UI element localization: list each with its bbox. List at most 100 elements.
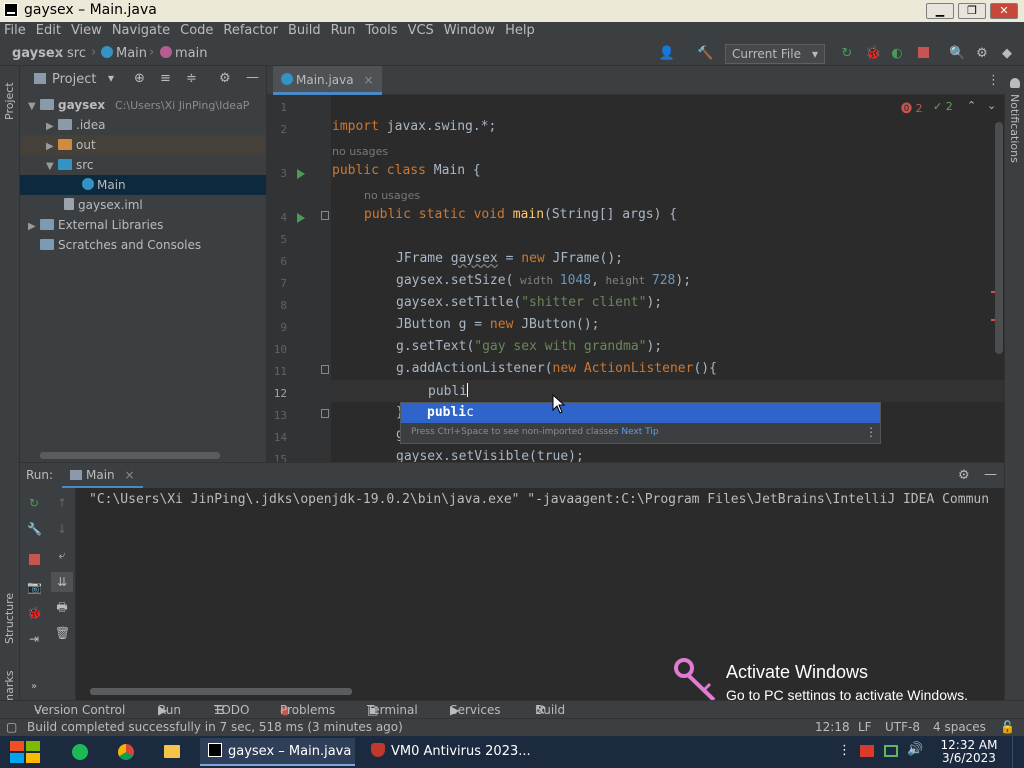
code-line-9[interactable]: JButton g = new JButton();: [396, 317, 600, 332]
breadcrumb-method[interactable]: main: [160, 46, 207, 61]
system-clock[interactable]: 12:32 AM 3/6/2023: [938, 739, 1000, 765]
debug-icon[interactable]: 🐞: [27, 606, 42, 620]
code-line-11[interactable]: g.addActionListener(new ActionListener()…: [396, 361, 717, 376]
scroll-to-end-icon[interactable]: ⇊: [51, 572, 73, 592]
wrench-icon[interactable]: 🔧: [27, 522, 42, 536]
run-gutter-icon[interactable]: [297, 213, 305, 223]
restore-button[interactable]: ❐: [958, 3, 986, 19]
breadcrumb-class[interactable]: Main: [101, 46, 147, 61]
usage-hint[interactable]: no usages: [332, 145, 388, 158]
network-icon[interactable]: [884, 745, 898, 757]
search-icon[interactable]: 🔍: [949, 47, 965, 61]
volume-icon[interactable]: 🔊: [907, 742, 923, 757]
tree-item-idea[interactable]: ▶ .idea: [20, 115, 266, 135]
debug-icon[interactable]: 🐞: [865, 47, 881, 61]
tray-overflow-icon[interactable]: ⋮: [838, 743, 851, 758]
gear-icon[interactable]: ⚙: [958, 468, 970, 483]
menu-help[interactable]: Help: [500, 22, 540, 40]
project-tool-tab[interactable]: Project: [3, 82, 16, 120]
rerun-icon[interactable]: ↻: [840, 47, 854, 61]
stop-icon[interactable]: [916, 47, 930, 61]
run-configuration-select[interactable]: Current File ▾: [725, 44, 825, 64]
tree-item-scratches[interactable]: Scratches and Consoles: [20, 235, 266, 255]
menu-tools[interactable]: Tools: [361, 22, 403, 40]
user-icon[interactable]: 👤: [656, 47, 678, 61]
status-square-icon[interactable]: ▢: [6, 720, 17, 734]
taskbar-item-antivirus[interactable]: VM0 Antivirus 2023...: [363, 738, 531, 766]
code-line-2[interactable]: import javax.swing.*;: [332, 119, 496, 134]
menu-refactor[interactable]: Refactor: [218, 22, 283, 40]
close-button[interactable]: ✕: [990, 3, 1018, 19]
hide-panel-icon[interactable]: —: [246, 70, 259, 85]
horizontal-scrollbar[interactable]: [90, 688, 352, 695]
run-tab-main[interactable]: Main ×: [62, 463, 143, 489]
run-gutter-icon[interactable]: [297, 169, 305, 179]
file-explorer-icon[interactable]: [164, 745, 180, 758]
structure-tool-tab[interactable]: Structure: [3, 593, 16, 644]
lock-icon[interactable]: 🔓: [1000, 720, 1015, 734]
jetbrains-logo-icon[interactable]: ◆: [1000, 47, 1014, 61]
menu-file[interactable]: File: [0, 22, 31, 40]
tab-main-java[interactable]: Main.java ×: [273, 66, 382, 95]
indent-setting[interactable]: 4 spaces: [933, 720, 986, 734]
expand-all-icon[interactable]: ≡: [160, 71, 171, 86]
warning-count[interactable]: ✓ 2: [933, 100, 953, 113]
crosshair-icon[interactable]: ⊕: [134, 71, 145, 86]
tree-item-src[interactable]: ▼ src: [20, 155, 266, 175]
menu-view[interactable]: View: [66, 22, 107, 40]
collapse-all-icon[interactable]: ≑: [186, 71, 197, 86]
flag-icon[interactable]: [860, 745, 874, 757]
horizontal-scrollbar[interactable]: [40, 452, 220, 459]
close-tab-icon[interactable]: ×: [124, 468, 134, 482]
tree-item-root[interactable]: ▼ gaysex C:\Users\Xi JinPing\IdeaP: [20, 95, 266, 115]
camera-icon[interactable]: 📷: [27, 580, 42, 594]
windows-start-icon[interactable]: [8, 738, 42, 766]
console-output[interactable]: "C:\Users\Xi JinPing\.jdks\openjdk-19.0.…: [89, 492, 1003, 507]
close-tab-icon[interactable]: ×: [363, 73, 373, 87]
usage-hint[interactable]: no usages: [364, 189, 420, 202]
code-line-10[interactable]: g.setText("gay sex with grandma");: [396, 339, 662, 354]
breadcrumb-src[interactable]: src: [67, 46, 86, 61]
fold-icon[interactable]: [321, 409, 329, 418]
arrow-down-icon[interactable]: ↓: [55, 522, 69, 536]
tree-item-out[interactable]: ▶ out: [20, 135, 266, 155]
hide-panel-icon[interactable]: —: [984, 467, 997, 482]
notifications-tool-tab[interactable]: Notifications: [1008, 94, 1021, 163]
arrow-up-icon[interactable]: ↑: [55, 496, 69, 510]
menu-build[interactable]: Build: [283, 22, 326, 40]
stop-icon[interactable]: [27, 554, 41, 568]
code-line-6[interactable]: JFrame gaysex = new JFrame();: [396, 251, 623, 266]
code-line-8[interactable]: gaysex.setTitle("shitter client");: [396, 295, 662, 310]
vertical-scrollbar[interactable]: [995, 122, 1003, 354]
more-icon[interactable]: »: [27, 680, 41, 694]
file-encoding[interactable]: UTF-8: [885, 720, 920, 734]
more-tabs-icon[interactable]: ⋮: [987, 73, 1000, 88]
rerun-icon[interactable]: ↻: [27, 496, 41, 510]
build-hammer-icon[interactable]: 🔨: [697, 47, 713, 61]
show-desktop-button[interactable]: [1012, 736, 1024, 768]
code-line-15[interactable]: gaysex.setVisible(true);: [396, 449, 584, 462]
gear-icon[interactable]: ⚙: [975, 47, 989, 61]
chevron-down-icon[interactable]: ⌄: [987, 99, 996, 112]
project-panel-title[interactable]: Project: [52, 72, 96, 87]
tree-item-external-libraries[interactable]: ▶ External Libraries: [20, 215, 266, 235]
code-line-7[interactable]: gaysex.setSize( width 1048, height 728);: [396, 273, 691, 288]
menu-edit[interactable]: Edit: [31, 22, 66, 40]
chrome-icon[interactable]: [118, 744, 134, 760]
menu-vcs[interactable]: VCS: [403, 22, 439, 40]
minimize-button[interactable]: ▁: [926, 3, 954, 19]
menu-window[interactable]: Window: [439, 22, 500, 40]
code-line-12[interactable]: publi: [428, 383, 469, 399]
menu-run[interactable]: Run: [326, 22, 361, 40]
coverage-icon[interactable]: ◐: [890, 47, 904, 61]
completion-item-public[interactable]: public: [401, 403, 880, 423]
code-line-3[interactable]: public class Main {: [332, 163, 481, 178]
gear-icon[interactable]: ⚙: [219, 71, 231, 86]
taskbar-item-intellij[interactable]: gaysex – Main.java: [200, 738, 355, 766]
tree-item-main[interactable]: Main: [20, 175, 266, 195]
code-line-4[interactable]: public static void main(String[] args) {: [364, 207, 677, 222]
soft-wrap-icon[interactable]: ⤶: [55, 548, 69, 562]
fold-icon[interactable]: [321, 365, 329, 374]
spotify-icon[interactable]: [72, 744, 88, 760]
tree-item-iml[interactable]: gaysex.iml: [20, 195, 266, 215]
